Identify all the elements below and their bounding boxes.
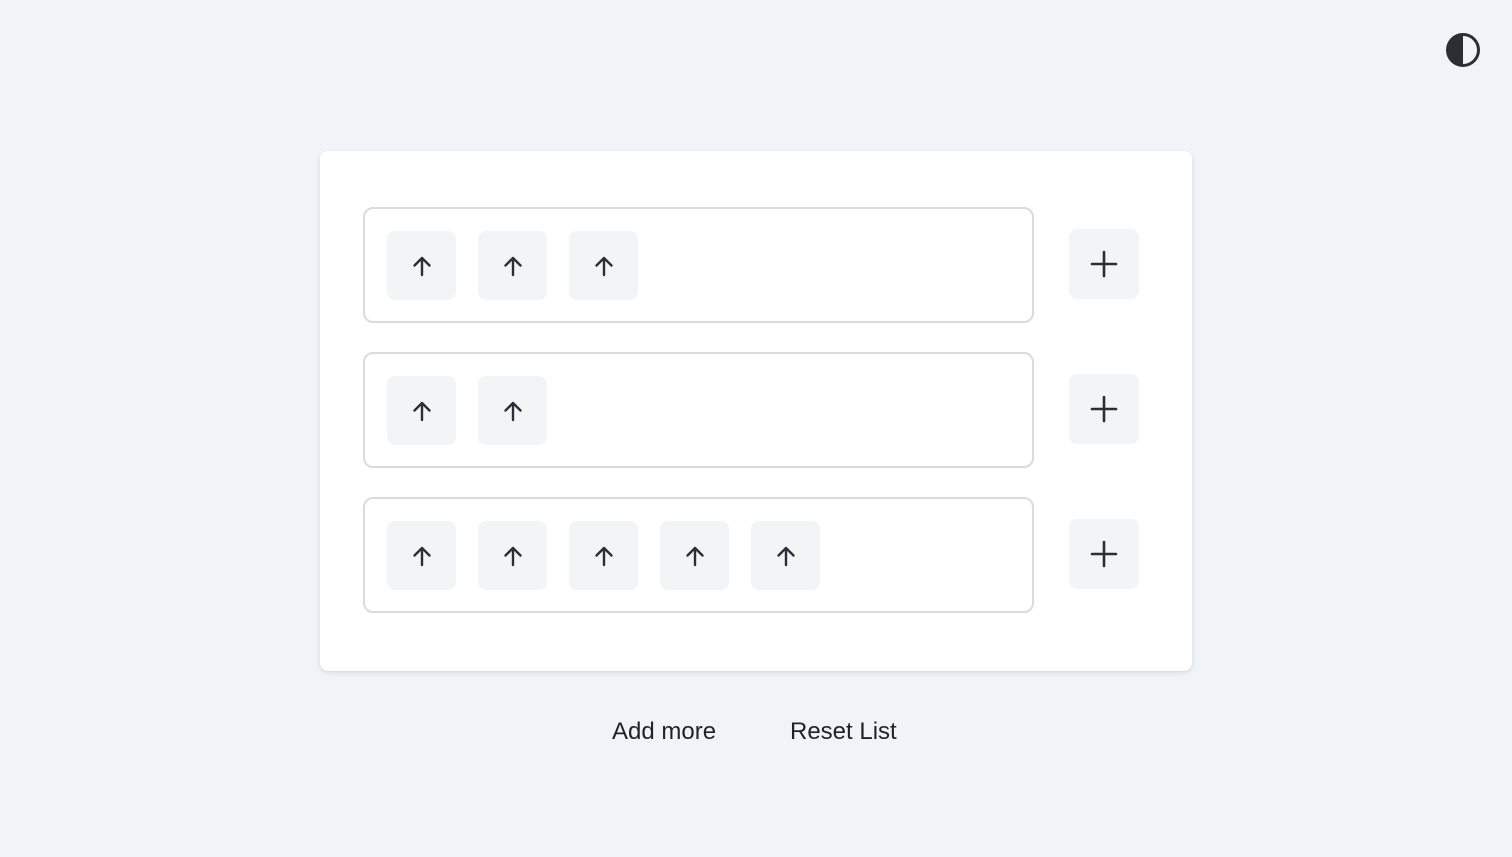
arrow-up-icon: [594, 256, 613, 276]
list-row: [363, 497, 1160, 613]
plus-icon: [1090, 395, 1118, 423]
arrow-up-icon: [503, 401, 522, 421]
list-item[interactable]: [751, 521, 820, 590]
arrow-up-icon: [594, 546, 613, 566]
arrow-up-icon: [412, 546, 431, 566]
row-lane: [363, 497, 1034, 613]
add-item-button[interactable]: [1069, 229, 1139, 299]
list-item[interactable]: [660, 521, 729, 590]
add-more-button[interactable]: Add more: [612, 713, 716, 751]
list-item[interactable]: [478, 521, 547, 590]
chip-list: [387, 521, 820, 590]
contrast-icon: [1446, 33, 1480, 67]
list-row: [363, 207, 1160, 323]
add-item-button[interactable]: [1069, 374, 1139, 444]
arrow-up-icon: [412, 256, 431, 276]
add-item-button[interactable]: [1069, 519, 1139, 589]
list-item[interactable]: [478, 376, 547, 445]
arrow-up-icon: [503, 256, 522, 276]
arrow-up-icon: [412, 401, 431, 421]
chip-list: [387, 231, 638, 300]
plus-icon: [1090, 540, 1118, 568]
list-row: [363, 352, 1160, 468]
arrow-up-icon: [685, 546, 704, 566]
arrow-up-icon: [776, 546, 795, 566]
list-item[interactable]: [387, 231, 456, 300]
arrow-up-icon: [503, 546, 522, 566]
list-item[interactable]: [569, 521, 638, 590]
list-card: [320, 151, 1192, 671]
row-lane: [363, 207, 1034, 323]
chip-list: [387, 376, 547, 445]
plus-icon: [1090, 250, 1118, 278]
list-item[interactable]: [387, 521, 456, 590]
reset-list-button[interactable]: Reset List: [790, 713, 897, 751]
row-lane: [363, 352, 1034, 468]
action-bar: Add more Reset List: [0, 713, 1512, 753]
list-item[interactable]: [569, 231, 638, 300]
list-item[interactable]: [478, 231, 547, 300]
list-item[interactable]: [387, 376, 456, 445]
theme-toggle-button[interactable]: [1443, 30, 1483, 70]
